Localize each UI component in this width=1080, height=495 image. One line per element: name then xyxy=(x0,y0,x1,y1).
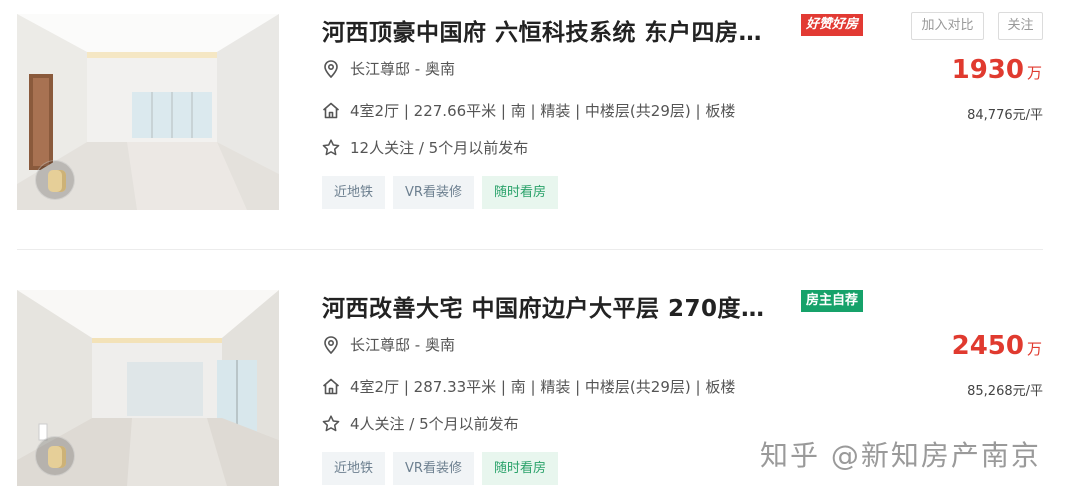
tag-vr-decoration: VR看装修 xyxy=(393,452,474,485)
listing-card[interactable]: 河西顶豪中国府 六恒科技系统 东户四房… 好赞好房 加入对比 关注 长江尊邸 -… xyxy=(0,12,1080,212)
feature-tags: 近地铁 VR看装修 随时看房 xyxy=(322,176,566,209)
unit-price: 85,268元/平 xyxy=(967,384,1043,399)
location-text[interactable]: 长江尊邸 - 奥南 xyxy=(350,334,455,355)
house-info-text: 4室2厅 | 227.66平米 | 南 | 精装 | 中楼层(共29层) | 板… xyxy=(350,102,736,120)
location-row: 长江尊邸 - 奥南 xyxy=(322,334,455,355)
house-info-row: 4室2厅 | 227.66平米 | 南 | 精装 | 中楼层(共29层) | 板… xyxy=(322,100,735,121)
house-info-row: 4室2厅 | 287.33平米 | 南 | 精装 | 中楼层(共29层) | 板… xyxy=(322,376,735,397)
listing-photo[interactable] xyxy=(17,14,279,210)
tag-viewing-anytime: 随时看房 xyxy=(481,452,558,485)
add-compare-button[interactable]: 加入对比 xyxy=(911,12,984,40)
vr-icon[interactable] xyxy=(35,160,75,200)
follow-info-text: 12人关注 / 5个月以前发布 xyxy=(350,139,529,157)
total-price: 1930 万 xyxy=(952,55,1042,85)
vr-icon[interactable] xyxy=(35,436,75,476)
price-value: 1930 xyxy=(951,55,1024,85)
location-pin-icon xyxy=(322,335,340,354)
house-icon xyxy=(322,378,340,396)
listing-divider xyxy=(17,249,1043,250)
owner-recommend-badge: 房主自荐 xyxy=(801,290,864,312)
star-icon xyxy=(322,415,340,433)
listing-title[interactable]: 河西顶豪中国府 六恒科技系统 东户四房… xyxy=(322,13,762,47)
listing-photo[interactable] xyxy=(17,290,279,486)
quality-badge: 好赞好房 xyxy=(801,14,864,36)
follow-info-text: 4人关注 / 5个月以前发布 xyxy=(350,415,519,433)
follow-button[interactable]: 关注 xyxy=(998,12,1043,40)
house-icon xyxy=(322,102,340,120)
watermark-text: 知乎 @新知房产南京 xyxy=(760,439,1041,472)
location-text[interactable]: 长江尊邸 - 奥南 xyxy=(350,58,455,79)
follow-info-row: 12人关注 / 5个月以前发布 xyxy=(322,137,528,158)
total-price: 2450 万 xyxy=(952,331,1042,361)
tag-vr-decoration: VR看装修 xyxy=(393,176,474,209)
unit-price: 84,776元/平 xyxy=(967,108,1043,123)
location-pin-icon xyxy=(322,59,340,78)
tag-near-subway: 近地铁 xyxy=(322,452,386,485)
star-icon xyxy=(322,139,340,157)
location-row: 长江尊邸 - 奥南 xyxy=(322,58,455,79)
price-unit: 万 xyxy=(1026,64,1042,82)
feature-tags: 近地铁 VR看装修 随时看房 xyxy=(322,452,566,485)
price-value: 2450 xyxy=(951,331,1024,361)
follow-info-row: 4人关注 / 5个月以前发布 xyxy=(322,413,519,434)
listing-title[interactable]: 河西改善大宅 中国府边户大平层 270度… xyxy=(322,289,765,323)
tag-near-subway: 近地铁 xyxy=(322,176,386,209)
price-unit: 万 xyxy=(1026,340,1042,358)
tag-viewing-anytime: 随时看房 xyxy=(481,176,558,209)
house-info-text: 4室2厅 | 287.33平米 | 南 | 精装 | 中楼层(共29层) | 板… xyxy=(350,378,736,396)
